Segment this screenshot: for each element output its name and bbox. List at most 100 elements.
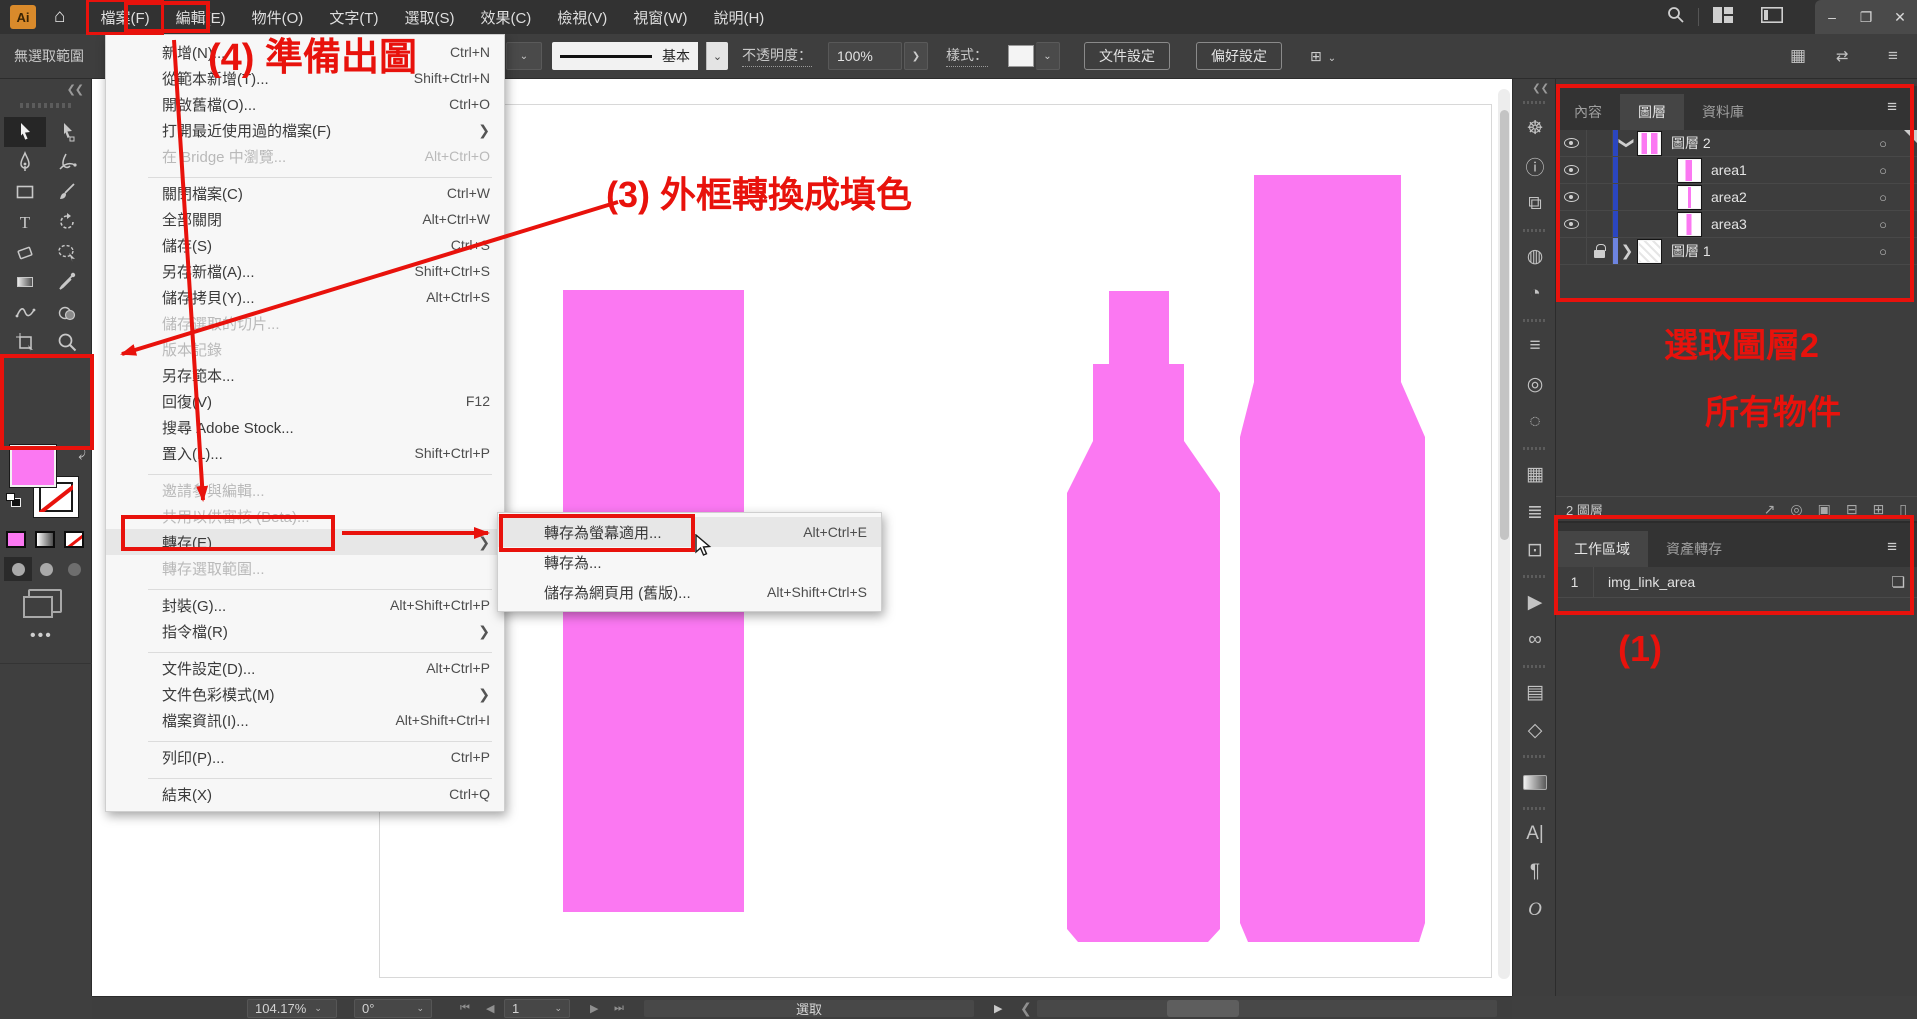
- menu-item[interactable]: 封裝(G)... Alt+Shift+Ctrl+P ❯: [106, 592, 504, 618]
- layer-name[interactable]: area2: [1711, 189, 1747, 205]
- brush-dropdown-chevron-icon[interactable]: ⌄: [706, 42, 728, 70]
- actions-icon[interactable]: ▶: [1513, 583, 1557, 621]
- appearance-icon[interactable]: ◌: [1513, 403, 1557, 441]
- expand-chevron-icon[interactable]: ❯: [1618, 134, 1636, 152]
- zoom-level-dropdown[interactable]: 104.17%⌄: [247, 999, 337, 1018]
- artboard-number-dropdown[interactable]: 1⌄: [504, 999, 570, 1018]
- artwork-bottle-small[interactable]: [1067, 291, 1220, 942]
- menu-item[interactable]: 儲存(S) Ctrl+S ❯: [106, 232, 504, 258]
- layers-footer-icon[interactable]: ↗: [1764, 501, 1776, 517]
- submenu-item[interactable]: 儲存為網頁用 (舊版)... Alt+Shift+Ctrl+S: [498, 577, 881, 607]
- menu-item[interactable]: 全部關閉 Alt+Ctrl+W ❯: [106, 206, 504, 232]
- draw-inside-button[interactable]: [60, 557, 88, 581]
- layer-thumbnail[interactable]: [1638, 240, 1661, 263]
- menu-item[interactable]: 關閉檔案(C) Ctrl+W ❯: [106, 180, 504, 206]
- lasso-select-tool[interactable]: [46, 237, 88, 267]
- minimize-button[interactable]: –: [1815, 9, 1849, 25]
- panel-tab[interactable]: 資料庫: [1684, 94, 1762, 130]
- target-circle-icon[interactable]: ○: [1879, 163, 1887, 178]
- layer-thumbnail[interactable]: [1678, 213, 1701, 236]
- menu-item[interactable]: 回復(V) F12 ❯: [106, 388, 504, 414]
- preferences-button[interactable]: 偏好設定: [1196, 42, 1282, 70]
- rotate-tool[interactable]: [46, 207, 88, 237]
- transparency-icon[interactable]: ◎: [1513, 365, 1557, 403]
- lock-toggle[interactable]: [1587, 130, 1613, 156]
- artboards-icon[interactable]: ▤: [1513, 673, 1557, 711]
- workspace-layout-icon[interactable]: [1713, 7, 1733, 28]
- eyedropper-tool[interactable]: [46, 267, 88, 297]
- draw-behind-button[interactable]: [32, 557, 60, 581]
- horizontal-scrollbar-thumb[interactable]: [1167, 1000, 1239, 1017]
- opentype-icon[interactable]: O: [1513, 891, 1557, 929]
- layers-footer-icon[interactable]: ⊟: [1846, 501, 1858, 517]
- menu-item[interactable]: 在 Bridge 中瀏覽... Alt+Ctrl+O ❯: [106, 143, 504, 169]
- stroke-icon[interactable]: ≡: [1513, 327, 1557, 365]
- color-fill-button[interactable]: [6, 531, 26, 548]
- menu-item[interactable]: 儲存拷貝(Y)... Alt+Ctrl+S ❯: [106, 284, 504, 310]
- rectangle-tool[interactable]: [4, 177, 46, 207]
- menu-item[interactable]: 儲存選取的切片... ❯: [106, 310, 504, 336]
- workspace-switcher-icon[interactable]: ⇄: [1836, 47, 1849, 65]
- menu-item[interactable]: ❯: [106, 169, 504, 180]
- layer-row[interactable]: ❯ area3 ○: [1556, 211, 1917, 238]
- pathfinder-icon[interactable]: ⊡: [1513, 531, 1557, 569]
- target-circle-icon[interactable]: ○: [1879, 217, 1887, 232]
- align-icon[interactable]: ≣: [1513, 493, 1557, 531]
- menu-bar-item[interactable]: 說明(H): [700, 0, 777, 34]
- visibility-toggle[interactable]: [1556, 184, 1587, 210]
- vertical-scrollbar-thumb[interactable]: [1500, 110, 1509, 540]
- control-bar-menu-icon[interactable]: ≡: [1888, 46, 1898, 66]
- layer-name[interactable]: 圖層 2: [1671, 133, 1711, 153]
- gradient-icon[interactable]: [1513, 763, 1557, 801]
- artboards-panel-menu-icon[interactable]: ≡: [1887, 537, 1897, 557]
- scroll-left-icon[interactable]: ❮: [1020, 1000, 1032, 1017]
- layer-name[interactable]: area3: [1711, 216, 1747, 232]
- layer-thumbnail[interactable]: [1678, 159, 1701, 182]
- curvature-tool[interactable]: [46, 147, 88, 177]
- lock-toggle[interactable]: [1587, 238, 1613, 264]
- menu-item[interactable]: 共用以供審核 (Beta)... ❯: [106, 503, 504, 529]
- style-swatch[interactable]: [1008, 45, 1034, 67]
- paintbrush-tool[interactable]: [46, 177, 88, 207]
- layer-name[interactable]: 圖層 1: [1671, 241, 1711, 261]
- opacity-label[interactable]: 不透明度：: [742, 45, 812, 67]
- paragraph-icon[interactable]: ¶: [1513, 853, 1557, 891]
- menu-item[interactable]: 文件色彩模式(M) ❯: [106, 681, 504, 707]
- brush-definition-dropdown[interactable]: 基本: [552, 42, 698, 70]
- menu-item[interactable]: ❯: [106, 733, 504, 744]
- vertical-scrollbar[interactable]: [1498, 89, 1510, 979]
- layers-footer-icon[interactable]: ⊞: [1873, 501, 1885, 517]
- lock-toggle[interactable]: [1587, 184, 1613, 210]
- links-icon[interactable]: ∞: [1513, 621, 1557, 659]
- more-tools-icon[interactable]: •••: [30, 627, 53, 645]
- menu-item[interactable]: 列印(P)... Ctrl+P ❯: [106, 744, 504, 770]
- submenu-item[interactable]: 轉存為螢幕適用... Alt+Ctrl+E: [498, 517, 881, 547]
- color-guide-icon[interactable]: ☸: [1513, 109, 1557, 147]
- character-icon[interactable]: A|: [1513, 815, 1557, 853]
- draw-normal-button[interactable]: [4, 557, 32, 581]
- layer-row[interactable]: ❯ 圖層 1 ○: [1556, 238, 1917, 265]
- menu-item[interactable]: 檔案資訊(I)... Alt+Shift+Ctrl+I ❯: [106, 707, 504, 733]
- layers-panel-menu-icon[interactable]: ≡: [1887, 97, 1897, 117]
- style-label[interactable]: 樣式：: [946, 45, 988, 67]
- target-circle-icon[interactable]: ○: [1879, 244, 1887, 259]
- visibility-toggle[interactable]: [1556, 211, 1587, 237]
- document-setup-button[interactable]: 文件設定: [1084, 42, 1170, 70]
- panel-tab[interactable]: 圖層: [1620, 94, 1684, 130]
- menu-item[interactable]: ❯: [106, 466, 504, 477]
- layer-row[interactable]: ❯ area1 ○: [1556, 157, 1917, 184]
- panel-tab[interactable]: 工作區域: [1556, 531, 1648, 567]
- artwork-bottle-large[interactable]: [1240, 175, 1425, 942]
- menu-item[interactable]: 文件設定(D)... Alt+Ctrl+P ❯: [106, 655, 504, 681]
- expand-chevron-icon[interactable]: ❯: [1618, 242, 1636, 260]
- restore-button[interactable]: ❐: [1849, 9, 1883, 26]
- menu-item[interactable]: 轉存(E) ❯: [106, 529, 504, 555]
- document-info-icon[interactable]: ⓘ: [1513, 147, 1557, 185]
- symbols-icon[interactable]: ▦: [1513, 455, 1557, 493]
- layer-row[interactable]: ❯ 圖層 2 ○: [1556, 130, 1917, 157]
- last-artboard-icon[interactable]: ⏭: [614, 1002, 624, 1015]
- menu-item[interactable]: 邀請參與編輯... ❯: [106, 477, 504, 503]
- menu-item[interactable]: 轉存選取範圍... ❯: [106, 555, 504, 581]
- menu-item[interactable]: ❯: [106, 581, 504, 592]
- menu-item[interactable]: 開啟舊檔(O)... Ctrl+O ❯: [106, 91, 504, 117]
